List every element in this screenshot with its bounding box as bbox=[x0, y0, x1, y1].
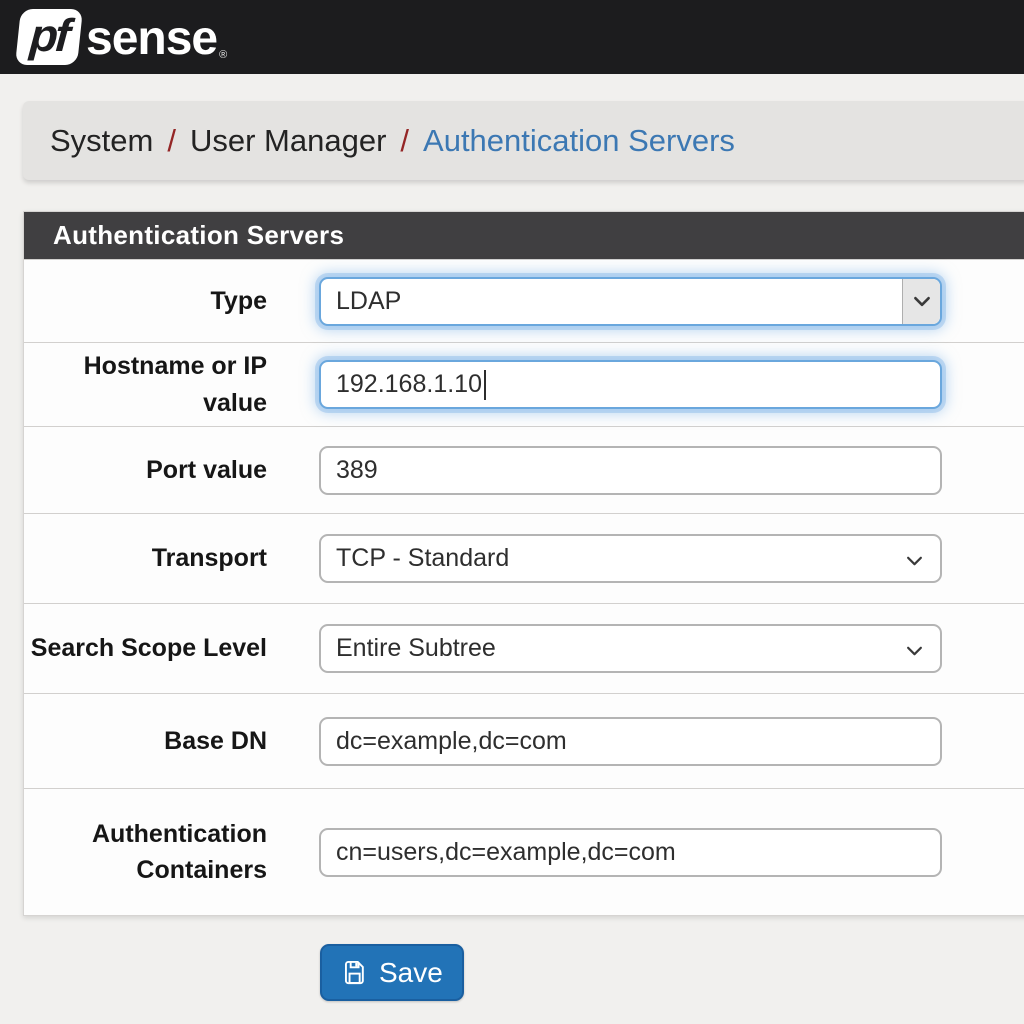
logo-pf-text: pf bbox=[29, 12, 70, 62]
auth-containers-label: Authentication Containers bbox=[24, 816, 319, 889]
base-dn-input[interactable]: dc=example,dc=com bbox=[319, 717, 942, 766]
search-scope-select-value: Entire Subtree bbox=[336, 634, 496, 663]
transport-select-value: TCP - Standard bbox=[336, 544, 509, 573]
breadcrumb-authentication-servers[interactable]: Authentication Servers bbox=[423, 123, 735, 159]
form-row-type: Type LDAP bbox=[24, 259, 1024, 342]
type-select[interactable]: LDAP bbox=[319, 277, 942, 326]
breadcrumb-separator: / bbox=[400, 123, 409, 159]
hostname-label: Hostname or IP value bbox=[24, 348, 319, 421]
auth-containers-input[interactable]: cn=users,dc=example,dc=com bbox=[319, 828, 942, 877]
hostname-input-value: 192.168.1.10 bbox=[336, 370, 482, 399]
logo-sense-text: sense bbox=[86, 15, 217, 65]
save-icon bbox=[341, 959, 368, 986]
logo-registered-mark: ® bbox=[219, 49, 227, 65]
pfsense-logo-icon: pf bbox=[15, 9, 83, 65]
breadcrumb: System / User Manager / Authentication S… bbox=[23, 101, 1024, 180]
search-scope-select[interactable]: Entire Subtree bbox=[319, 624, 942, 673]
base-dn-label: Base DN bbox=[24, 723, 319, 759]
save-button[interactable]: Save bbox=[320, 944, 464, 1001]
form-row-port: Port value 389 bbox=[24, 426, 1024, 513]
port-input-value: 389 bbox=[336, 456, 378, 485]
port-input[interactable]: 389 bbox=[319, 446, 942, 495]
search-scope-label: Search Scope Level bbox=[24, 630, 319, 666]
base-dn-input-value: dc=example,dc=com bbox=[336, 727, 567, 756]
pfsense-logo[interactable]: pf sense ® bbox=[18, 9, 227, 65]
panel-title: Authentication Servers bbox=[24, 212, 1024, 259]
chevron-down-icon bbox=[906, 634, 923, 663]
breadcrumb-system[interactable]: System bbox=[50, 123, 153, 159]
chevron-down-icon bbox=[902, 279, 940, 324]
port-label: Port value bbox=[24, 452, 319, 488]
type-select-value: LDAP bbox=[336, 287, 401, 316]
form-row-hostname: Hostname or IP value 192.168.1.10 bbox=[24, 342, 1024, 426]
save-button-label: Save bbox=[379, 957, 443, 989]
form-row-base-dn: Base DN dc=example,dc=com bbox=[24, 693, 1024, 788]
form-row-transport: Transport TCP - Standard bbox=[24, 513, 1024, 603]
transport-select[interactable]: TCP - Standard bbox=[319, 534, 942, 583]
breadcrumb-user-manager[interactable]: User Manager bbox=[190, 123, 386, 159]
top-navbar: pf sense ® bbox=[0, 0, 1024, 74]
authentication-servers-panel: Authentication Servers Type LDAP Hostnam… bbox=[23, 211, 1024, 916]
text-cursor bbox=[484, 370, 486, 400]
type-label: Type bbox=[24, 283, 319, 319]
hostname-input[interactable]: 192.168.1.10 bbox=[319, 360, 942, 409]
form-row-search-scope: Search Scope Level Entire Subtree bbox=[24, 603, 1024, 693]
breadcrumb-separator: / bbox=[167, 123, 176, 159]
auth-containers-input-value: cn=users,dc=example,dc=com bbox=[336, 838, 676, 867]
chevron-down-icon bbox=[906, 544, 923, 573]
transport-label: Transport bbox=[24, 540, 319, 576]
form-row-auth-containers: Authentication Containers cn=users,dc=ex… bbox=[24, 788, 1024, 915]
